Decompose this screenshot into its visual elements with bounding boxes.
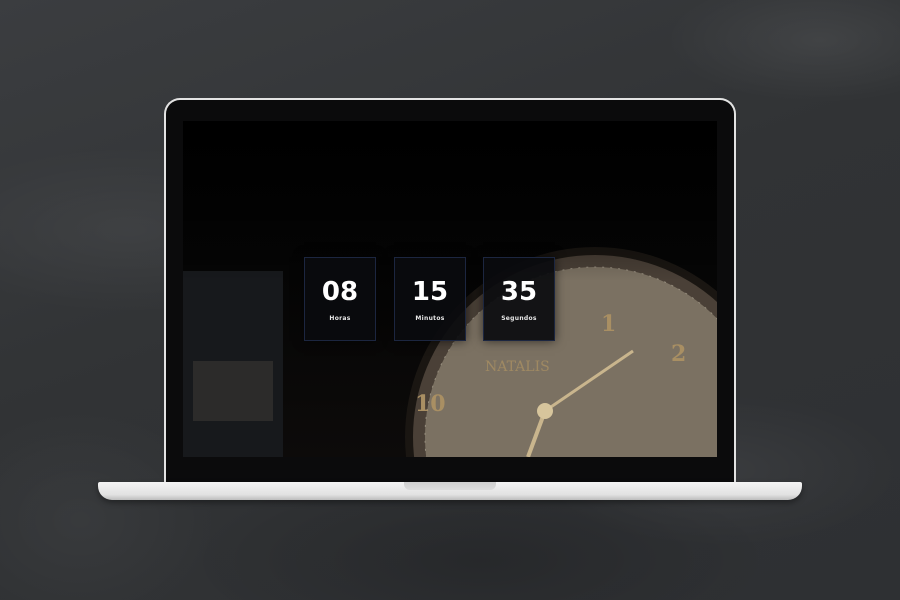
seconds-label: Segundos	[501, 315, 537, 322]
laptop-screen: 1 2 10 NATALIS 08 Horas 15 Minutos 35 Se…	[183, 121, 717, 457]
book-page	[193, 361, 273, 421]
watch-brand-text: NATALIS	[485, 359, 550, 375]
seconds-value: 35	[500, 277, 538, 307]
minutes-label: Minutos	[415, 315, 445, 322]
minutes-value: 15	[411, 277, 449, 307]
watch-numeral-2: 2	[671, 341, 686, 367]
countdown-hours: 08 Horas	[304, 257, 376, 341]
countdown-seconds: 35 Segundos	[483, 257, 555, 341]
watch-center-pin	[537, 403, 553, 419]
hours-value: 08	[321, 277, 359, 307]
countdown-timer: 08 Horas 15 Minutos 35 Segundos	[304, 257, 555, 341]
laptop-notch	[404, 482, 496, 490]
hours-label: Horas	[329, 315, 351, 322]
watch-numeral-10: 10	[415, 391, 446, 417]
countdown-minutes: 15 Minutos	[394, 257, 466, 341]
watch-numeral-1: 1	[601, 311, 616, 337]
